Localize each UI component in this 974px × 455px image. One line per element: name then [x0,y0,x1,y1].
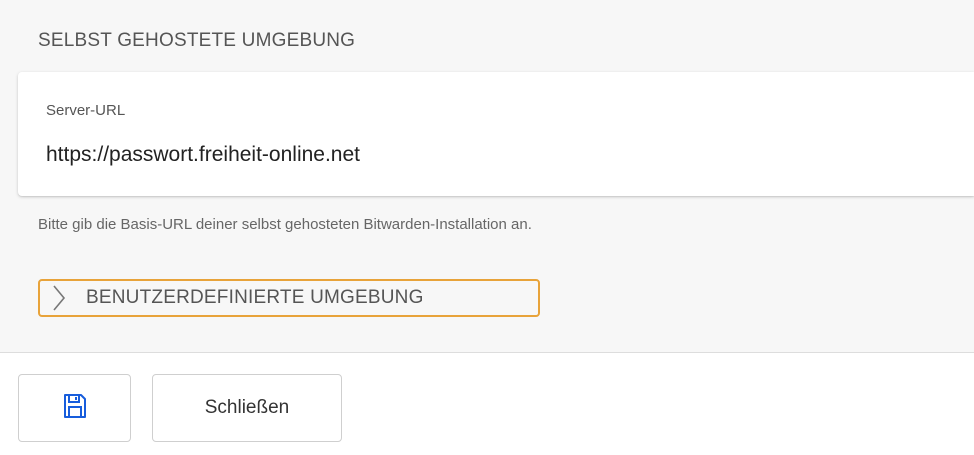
section-title: SELBST GEHOSTETE UMGEBUNG [38,30,356,51]
server-url-field-card[interactable] [18,72,974,196]
self-hosted-environment-panel: SELBST GEHOSTETE UMGEBUNG Server-URL Bit… [0,0,974,352]
server-url-input[interactable] [46,138,946,172]
custom-environment-toggle[interactable]: BENUTZERDEFINIERTE UMGEBUNG [38,279,540,317]
chevron-right-icon [48,284,70,312]
custom-environment-label: BENUTZERDEFINIERTE UMGEBUNG [86,287,424,308]
save-button[interactable] [18,374,131,442]
server-url-help-text: Bitte gib die Basis-URL deiner selbst ge… [38,216,532,233]
footer-divider [0,352,974,353]
close-button[interactable]: Schließen [152,374,342,442]
save-icon [63,393,87,424]
server-url-label: Server-URL [46,102,126,119]
